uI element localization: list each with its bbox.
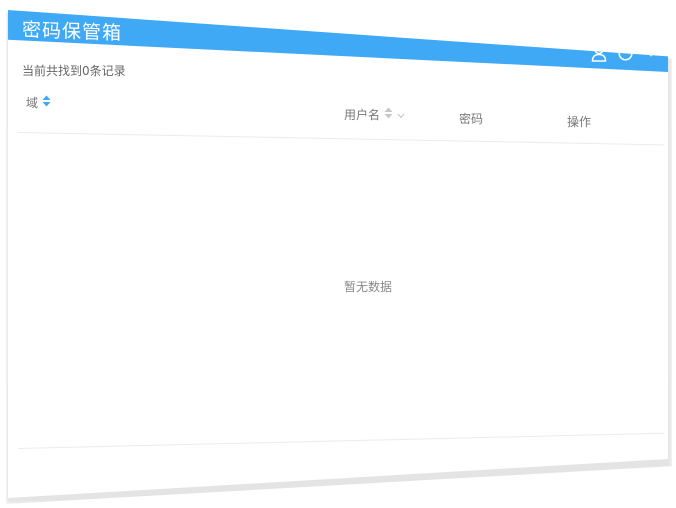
empty-state-text: 暂无数据 [344,280,393,294]
column-header-label: 密码 [459,112,484,126]
column-header-label: 用户名 [344,108,381,122]
app-window: 密码保管箱 当前共找到0条记录 域 用户名 密码 操作 暂无数据 [8,10,668,498]
column-header-label: 域 [26,96,39,110]
power-icon[interactable] [616,44,634,62]
sort-icon[interactable] [42,95,51,110]
chevron-down-icon[interactable] [397,108,405,122]
column-header-username[interactable]: 用户名 [344,106,405,123]
column-header-actions: 操作 [567,113,591,130]
table-header-divider [17,132,664,146]
table-footer-divider [17,432,664,449]
column-header-password: 密码 [459,110,483,127]
column-header-label: 操作 [567,115,592,129]
app-title: 密码保管箱 [22,19,123,45]
title-bar-actions [590,44,660,62]
record-count-text: 当前共找到0条记录 [22,64,126,78]
screenshot-stage: 密码保管箱 当前共找到0条记录 域 用户名 密码 操作 暂无数据 [0,0,676,508]
column-header-domain[interactable]: 域 [26,94,51,111]
chevron-down-icon[interactable] [642,44,660,62]
sort-icon[interactable] [384,107,393,122]
user-icon[interactable] [590,44,608,62]
